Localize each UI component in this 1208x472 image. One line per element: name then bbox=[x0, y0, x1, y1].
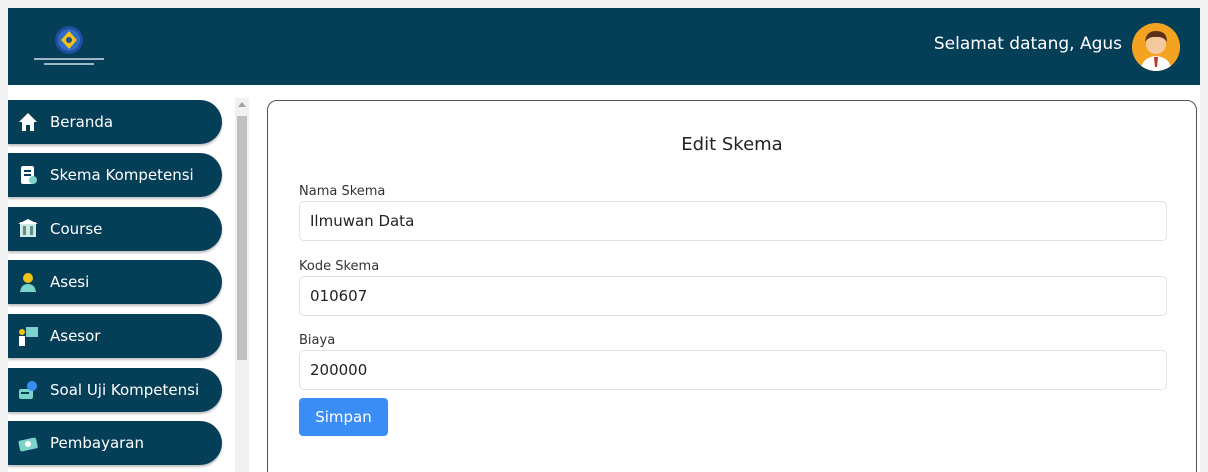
biaya-label: Biaya bbox=[299, 333, 336, 348]
edit-skema-card: Edit Skema Nama Skema Ilmuwan Data Kode … bbox=[267, 100, 1197, 472]
presenter-icon bbox=[16, 324, 40, 348]
sidebar-item-label: Beranda bbox=[50, 113, 114, 131]
sidebar-item-asesi[interactable]: Asesi bbox=[8, 260, 222, 304]
course-icon bbox=[16, 217, 40, 241]
sidebar-item-beranda[interactable]: Beranda bbox=[8, 100, 222, 144]
exam-icon bbox=[16, 378, 40, 402]
sidebar-item-label: Asesi bbox=[50, 273, 90, 291]
logo[interactable] bbox=[22, 22, 116, 74]
sidebar-item-label: Course bbox=[50, 220, 103, 238]
sidebar-item-label: Soal Uji Kompetensi bbox=[50, 381, 200, 399]
sidebar-item-course[interactable]: Course bbox=[8, 207, 222, 251]
sidebar-item-soal-uji-kompetensi[interactable]: Soal Uji Kompetensi bbox=[8, 368, 222, 412]
sidebar-item-skema-kompetensi[interactable]: Skema Kompetensi bbox=[8, 153, 222, 197]
app-frame: Selamat datang, Agus Beranda Skema Kompe… bbox=[8, 8, 1200, 472]
scroll-up-arrow-icon[interactable] bbox=[238, 102, 246, 107]
sidebar-item-label: Asesor bbox=[50, 327, 101, 345]
form-title: Edit Skema bbox=[681, 134, 783, 155]
nama-skema-input[interactable]: Ilmuwan Data bbox=[299, 201, 1167, 241]
avatar[interactable] bbox=[1132, 23, 1180, 71]
home-icon bbox=[16, 110, 40, 134]
scroll-thumb[interactable] bbox=[237, 116, 247, 360]
nama-skema-label: Nama Skema bbox=[299, 184, 386, 199]
payment-icon bbox=[16, 431, 40, 455]
sidebar-item-label: Skema Kompetensi bbox=[50, 166, 194, 184]
sidebar-item-asesor[interactable]: Asesor bbox=[8, 314, 222, 358]
sidebar: Beranda Skema Kompetensi Course Asesi As… bbox=[8, 98, 238, 472]
biaya-input[interactable]: 200000 bbox=[299, 350, 1167, 390]
user-icon bbox=[16, 270, 40, 294]
sidebar-item-label: Pembayaran bbox=[50, 434, 144, 452]
top-bar: Selamat datang, Agus bbox=[8, 8, 1200, 85]
sidebar-scrollbar[interactable] bbox=[235, 98, 249, 472]
welcome-text: Selamat datang, Agus bbox=[933, 34, 1122, 54]
sidebar-item-pembayaran[interactable]: Pembayaran bbox=[8, 421, 222, 465]
simpan-button[interactable]: Simpan bbox=[299, 398, 388, 436]
kode-skema-input[interactable]: 010607 bbox=[299, 276, 1167, 316]
document-icon bbox=[16, 163, 40, 187]
kode-skema-label: Kode Skema bbox=[299, 259, 380, 274]
